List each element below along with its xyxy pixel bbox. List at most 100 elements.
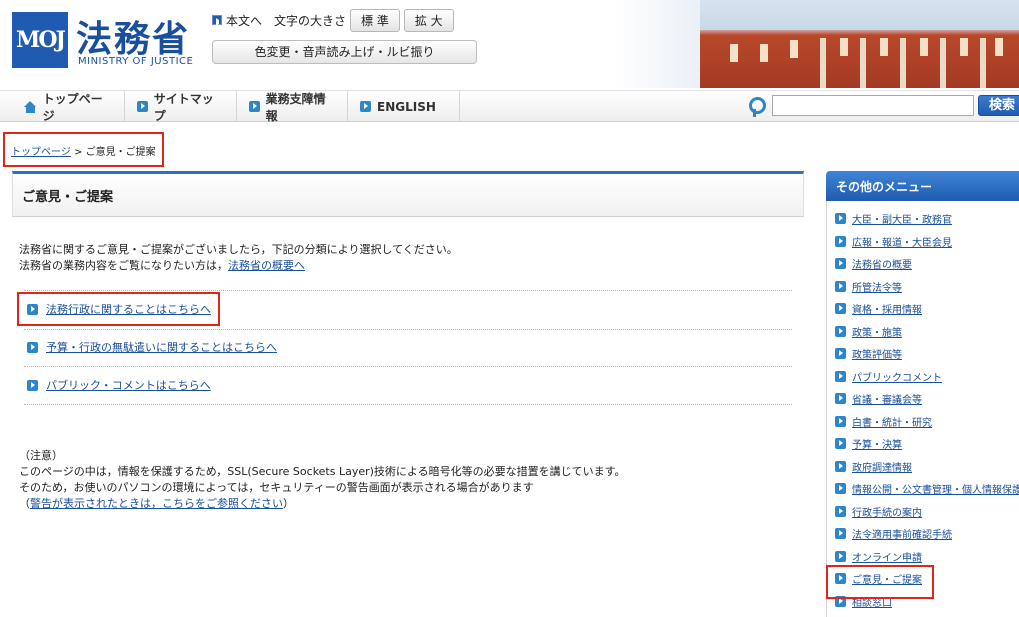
nav-item-label: ENGLISH	[377, 99, 436, 114]
highlight-box	[826, 565, 934, 599]
arrow-icon	[137, 101, 148, 112]
nav-item-service-info[interactable]: 業務支障情報	[237, 91, 348, 123]
ministry-overview-link[interactable]: 法務省の概要へ	[228, 259, 305, 272]
search-input[interactable]	[772, 95, 974, 116]
arrow-icon	[835, 280, 846, 292]
arrow-icon	[835, 303, 846, 314]
arrow-icon	[835, 348, 846, 359]
notice-text: （注意） このページの中は，情報を保護するため，SSL(Secure Socke…	[19, 448, 626, 512]
notice-line: そのため，お使いのパソコンの環境によっては，セキュリティーの警告画面が表示される…	[19, 481, 534, 494]
intro-text: 法務省に関するご意見・ご提案がございましたら，下記の分類により選択してください。…	[19, 242, 458, 274]
page-title: ご意見・ご提案	[22, 190, 114, 205]
side-menu-item[interactable]: 資格・採用情報	[835, 301, 922, 316]
accessibility-button[interactable]: 色変更・音声読み上げ・ルビ振り	[212, 40, 477, 64]
utility-bar: 本文へ 文字の大きさ 標 準 拡 大	[212, 8, 454, 32]
side-menu-link[interactable]: 情報公開・公文書管理・個人情報保護	[852, 481, 1019, 496]
breadcrumb-separator: >	[74, 147, 83, 158]
ssl-warning-link[interactable]: 警告が表示されたときは，こちらをご参照ください	[30, 497, 283, 510]
side-menu-item[interactable]: 省議・審議会等	[835, 391, 922, 406]
side-menu-item[interactable]: オンライン申請	[835, 549, 922, 564]
side-menu-item[interactable]: 広報・報道・大臣会見	[835, 234, 952, 249]
link-item-budget-waste[interactable]: 予算・行政の無駄遣いに関することはこちらへ	[27, 339, 277, 355]
arrow-icon	[249, 101, 260, 112]
side-menu-item[interactable]: 法令適用事前確認手続	[835, 526, 952, 541]
divider	[24, 290, 792, 291]
home-icon	[24, 100, 37, 113]
side-menu-link[interactable]: 法務省の概要	[852, 256, 912, 271]
side-menu-link[interactable]: 政府調達情報	[852, 459, 912, 474]
side-menu-link[interactable]: 行政手続の案内	[852, 504, 922, 519]
arrow-icon	[835, 438, 846, 449]
font-large-button[interactable]: 拡 大	[403, 8, 454, 32]
page-title-box: ご意見・ご提案	[12, 171, 804, 217]
notice-line: （警告が表示されたときは，こちらをご参照ください）	[19, 497, 294, 510]
search-icon	[747, 97, 766, 117]
arrow-icon	[835, 528, 846, 539]
intro-line: 法務省の業務内容をご覧になりたい方は，法務省の概要へ	[19, 259, 305, 272]
link-label[interactable]: 予算・行政の無駄遣いに関することはこちらへ	[46, 339, 277, 355]
breadcrumb-current: ご意見・ご提案	[85, 147, 156, 158]
arrow-icon	[835, 258, 846, 269]
side-menu-item[interactable]: 所管法令等	[835, 279, 902, 294]
side-menu-link[interactable]: 省議・審議会等	[852, 391, 922, 406]
side-menu-link[interactable]: 白書・統計・研究	[852, 414, 932, 429]
arrow-icon	[835, 460, 846, 472]
side-menu-link[interactable]: オンライン申請	[852, 549, 922, 564]
side-menu-link[interactable]: パブリックコメント	[852, 369, 942, 384]
site-header: MOJ 法務省 MINISTRY OF JUSTICE 本文へ 文字の大きさ 標…	[0, 0, 1019, 88]
skip-to-main-link[interactable]: 本文へ	[226, 12, 262, 29]
nav-item-sitemap[interactable]: サイトマップ	[125, 91, 237, 123]
divider	[24, 329, 792, 330]
arrow-icon	[27, 379, 38, 391]
arrow-square-icon	[212, 15, 222, 25]
font-size-label: 文字の大きさ	[274, 13, 347, 28]
moj-logo-icon[interactable]: MOJ	[12, 12, 68, 68]
side-menu-link[interactable]: 資格・採用情報	[852, 301, 922, 316]
side-menu-item[interactable]: パブリックコメント	[835, 369, 942, 384]
arrow-icon	[835, 415, 846, 427]
nav-item-label: トップページ	[42, 91, 103, 123]
side-menu-link[interactable]: 所管法令等	[852, 279, 902, 294]
arrow-icon	[835, 213, 846, 224]
side-menu-item[interactable]: 予算・決算	[835, 436, 902, 451]
arrow-icon	[360, 101, 371, 112]
side-menu-item[interactable]: 白書・統計・研究	[835, 414, 932, 429]
notice-line: このページの中は，情報を保護するため，SSL(Secure Sockets La…	[19, 465, 626, 478]
arrow-icon	[835, 483, 846, 494]
arrow-icon	[835, 505, 846, 517]
site-subtitle: MINISTRY OF JUSTICE	[78, 56, 194, 67]
arrow-icon	[835, 325, 846, 337]
arrow-icon	[27, 341, 38, 353]
side-menu-item[interactable]: 情報公開・公文書管理・個人情報保護	[835, 481, 1019, 496]
breadcrumb-home-link[interactable]: トップページ	[11, 147, 71, 158]
side-menu-item[interactable]: 政府調達情報	[835, 459, 912, 474]
side-menu-item[interactable]: 行政手続の案内	[835, 504, 922, 519]
divider	[24, 404, 792, 405]
nav-item-label: 業務支障情報	[265, 91, 326, 123]
nav-item-home[interactable]: トップページ	[12, 91, 125, 123]
arrow-icon	[835, 370, 846, 382]
link-label[interactable]: パブリック・コメントはこちらへ	[46, 377, 211, 393]
divider	[24, 366, 792, 367]
arrow-icon	[835, 393, 846, 404]
side-menu-item[interactable]: 法務省の概要	[835, 256, 912, 271]
site-title[interactable]: 法務省	[76, 10, 190, 62]
side-menu-item[interactable]: 大臣・副大臣・政務官	[835, 211, 952, 226]
building-photo	[700, 0, 1019, 88]
side-menu-link[interactable]: 予算・決算	[852, 436, 902, 451]
side-menu-link[interactable]: 法令適用事前確認手続	[852, 526, 952, 541]
side-menu-link[interactable]: 大臣・副大臣・政務官	[852, 211, 952, 226]
nav-item-english[interactable]: ENGLISH	[348, 91, 460, 122]
side-menu-link[interactable]: 政策・施策	[852, 324, 902, 339]
link-item-public-comment[interactable]: パブリック・コメントはこちらへ	[27, 377, 211, 393]
font-standard-button[interactable]: 標 準	[350, 8, 400, 32]
search-button[interactable]: 検索	[978, 95, 1019, 116]
highlight-box	[17, 292, 220, 326]
side-menu-link[interactable]: 政策評価等	[852, 346, 902, 361]
side-menu-item[interactable]: 政策評価等	[835, 346, 902, 361]
breadcrumb: トップページ > ご意見・ご提案	[3, 132, 164, 167]
side-menu-link[interactable]: 広報・報道・大臣会見	[852, 234, 952, 249]
side-menu-item[interactable]: 政策・施策	[835, 324, 902, 339]
nav-item-label: サイトマップ	[153, 91, 214, 123]
arrow-icon	[835, 235, 846, 247]
